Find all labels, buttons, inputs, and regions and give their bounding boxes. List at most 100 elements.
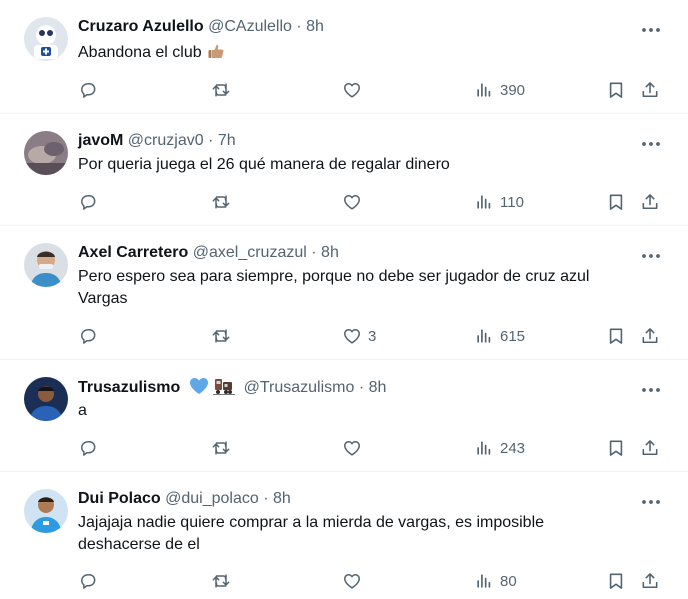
reply-icon — [78, 438, 98, 458]
views-icon — [474, 571, 494, 591]
bookmark-icon — [606, 571, 626, 591]
share-icon — [640, 326, 660, 346]
tweet[interactable]: Axel Carretero @axel_cruzazul · 8h Pero … — [0, 226, 688, 360]
author-handle[interactable]: @cruzjav0 — [128, 132, 204, 149]
timestamp[interactable]: 8h — [273, 490, 291, 507]
retweet-button[interactable] — [211, 570, 237, 592]
like-button[interactable] — [342, 79, 368, 101]
blue-heart-icon — [189, 378, 208, 394]
author-name[interactable]: Axel Carretero — [78, 244, 188, 261]
retweet-button[interactable] — [211, 79, 237, 101]
reply-icon — [78, 326, 98, 346]
avatar[interactable] — [24, 377, 68, 421]
bookmark-button[interactable] — [606, 570, 626, 592]
more-icon[interactable] — [640, 136, 662, 152]
views-button[interactable]: 390 — [474, 79, 525, 101]
share-button[interactable] — [640, 437, 660, 459]
share-button[interactable] — [640, 191, 660, 213]
retweet-icon — [211, 192, 231, 212]
views-icon — [474, 192, 494, 212]
author-name[interactable]: javoM — [78, 132, 123, 149]
share-button[interactable] — [640, 570, 660, 592]
author-handle[interactable]: @Trusazulismo — [244, 379, 355, 396]
bookmark-button[interactable] — [606, 437, 626, 459]
reply-button[interactable] — [78, 570, 104, 592]
author-name[interactable]: Trusazulismo — [78, 379, 180, 396]
tweet-header: Cruzaro Azulello @CAzulello · 8h — [78, 17, 324, 37]
share-icon — [640, 80, 660, 100]
reply-icon — [78, 80, 98, 100]
author-handle[interactable]: @CAzulello — [208, 18, 292, 35]
reply-icon — [78, 192, 98, 212]
share-icon — [640, 192, 660, 212]
retweet-icon — [211, 571, 231, 591]
more-icon[interactable] — [640, 494, 662, 510]
reply-button[interactable] — [78, 437, 104, 459]
tweet-text-line: Pero espero sea para siempre, porque no … — [78, 268, 590, 285]
share-button[interactable] — [640, 79, 660, 101]
views-button[interactable]: 80 — [474, 570, 517, 592]
profile-emojis — [189, 377, 236, 401]
bookmark-icon — [606, 438, 626, 458]
tweet-actions: 110 — [78, 191, 668, 213]
timestamp[interactable]: 8h — [369, 379, 387, 396]
author-handle[interactable]: @axel_cruzazul — [193, 244, 307, 261]
heart-icon — [342, 192, 362, 212]
views-icon — [474, 326, 494, 346]
tweet-actions: 243 — [78, 437, 668, 459]
tweet[interactable]: javoM @cruzjav0 · 7h Por queria juega el… — [0, 114, 688, 226]
timestamp[interactable]: 8h — [306, 18, 324, 35]
tweet-text: Por queria juega el 26 qué manera de reg… — [78, 154, 658, 176]
tweet-header: javoM @cruzjav0 · 7h — [78, 131, 236, 151]
reply-button[interactable] — [78, 191, 104, 213]
retweet-icon — [211, 326, 231, 346]
author-name[interactable]: Dui Polaco — [78, 490, 161, 507]
tweet-text-content: Abandona el club — [78, 44, 202, 61]
views-button[interactable]: 110 — [474, 191, 524, 213]
tweet-text: a — [78, 400, 658, 422]
author-handle[interactable]: @dui_polaco — [165, 490, 259, 507]
tweet-actions: 80 — [78, 570, 668, 592]
tweet-text: Abandona el club — [78, 42, 658, 67]
views-icon — [474, 80, 494, 100]
more-icon[interactable] — [640, 382, 662, 398]
bookmark-button[interactable] — [606, 325, 626, 347]
more-icon[interactable] — [640, 22, 662, 38]
retweet-button[interactable] — [211, 191, 237, 213]
tweet-text-line: deshacerse de el — [78, 536, 200, 553]
views-button[interactable]: 615 — [474, 325, 525, 347]
separator-dot: · — [296, 18, 302, 35]
more-icon[interactable] — [640, 248, 662, 264]
avatar[interactable] — [24, 131, 68, 175]
views-button[interactable]: 243 — [474, 437, 525, 459]
reply-button[interactable] — [78, 325, 104, 347]
avatar[interactable] — [24, 243, 68, 287]
retweet-button[interactable] — [211, 325, 237, 347]
timestamp[interactable]: 8h — [321, 244, 339, 261]
like-button[interactable] — [342, 570, 368, 592]
tweet-text-line: Vargas — [78, 290, 128, 307]
author-name[interactable]: Cruzaro Azulello — [78, 18, 204, 35]
share-button[interactable] — [640, 325, 660, 347]
tweet[interactable]: Cruzaro Azulello @CAzulello · 8h Abandon… — [0, 0, 688, 114]
timestamp[interactable]: 7h — [218, 132, 236, 149]
avatar[interactable] — [24, 489, 68, 533]
bookmark-button[interactable] — [606, 191, 626, 213]
heart-icon — [342, 80, 362, 100]
tweet[interactable]: Dui Polaco @dui_polaco · 8h Jajajaja nad… — [0, 472, 688, 599]
retweet-button[interactable] — [211, 437, 237, 459]
tweet-text: Jajajaja nadie quiere comprar a la mierd… — [78, 512, 658, 556]
like-button[interactable]: 3 — [342, 325, 376, 347]
bookmark-button[interactable] — [606, 79, 626, 101]
tweet-text-line: Jajajaja nadie quiere comprar a la mierd… — [78, 514, 545, 531]
tweet[interactable]: Trusazulismo @Trusazulismo · 8h a 243 — [0, 360, 688, 472]
reply-button[interactable] — [78, 79, 104, 101]
heart-icon — [342, 438, 362, 458]
tweet-header: Axel Carretero @axel_cruzazul · 8h — [78, 243, 339, 263]
separator-dot: · — [263, 490, 269, 507]
tweet-header: Dui Polaco @dui_polaco · 8h — [78, 489, 291, 509]
tweet-text-content: Por queria juega el 26 qué manera de reg… — [78, 156, 450, 173]
avatar[interactable] — [24, 17, 68, 61]
like-button[interactable] — [342, 437, 368, 459]
like-button[interactable] — [342, 191, 368, 213]
